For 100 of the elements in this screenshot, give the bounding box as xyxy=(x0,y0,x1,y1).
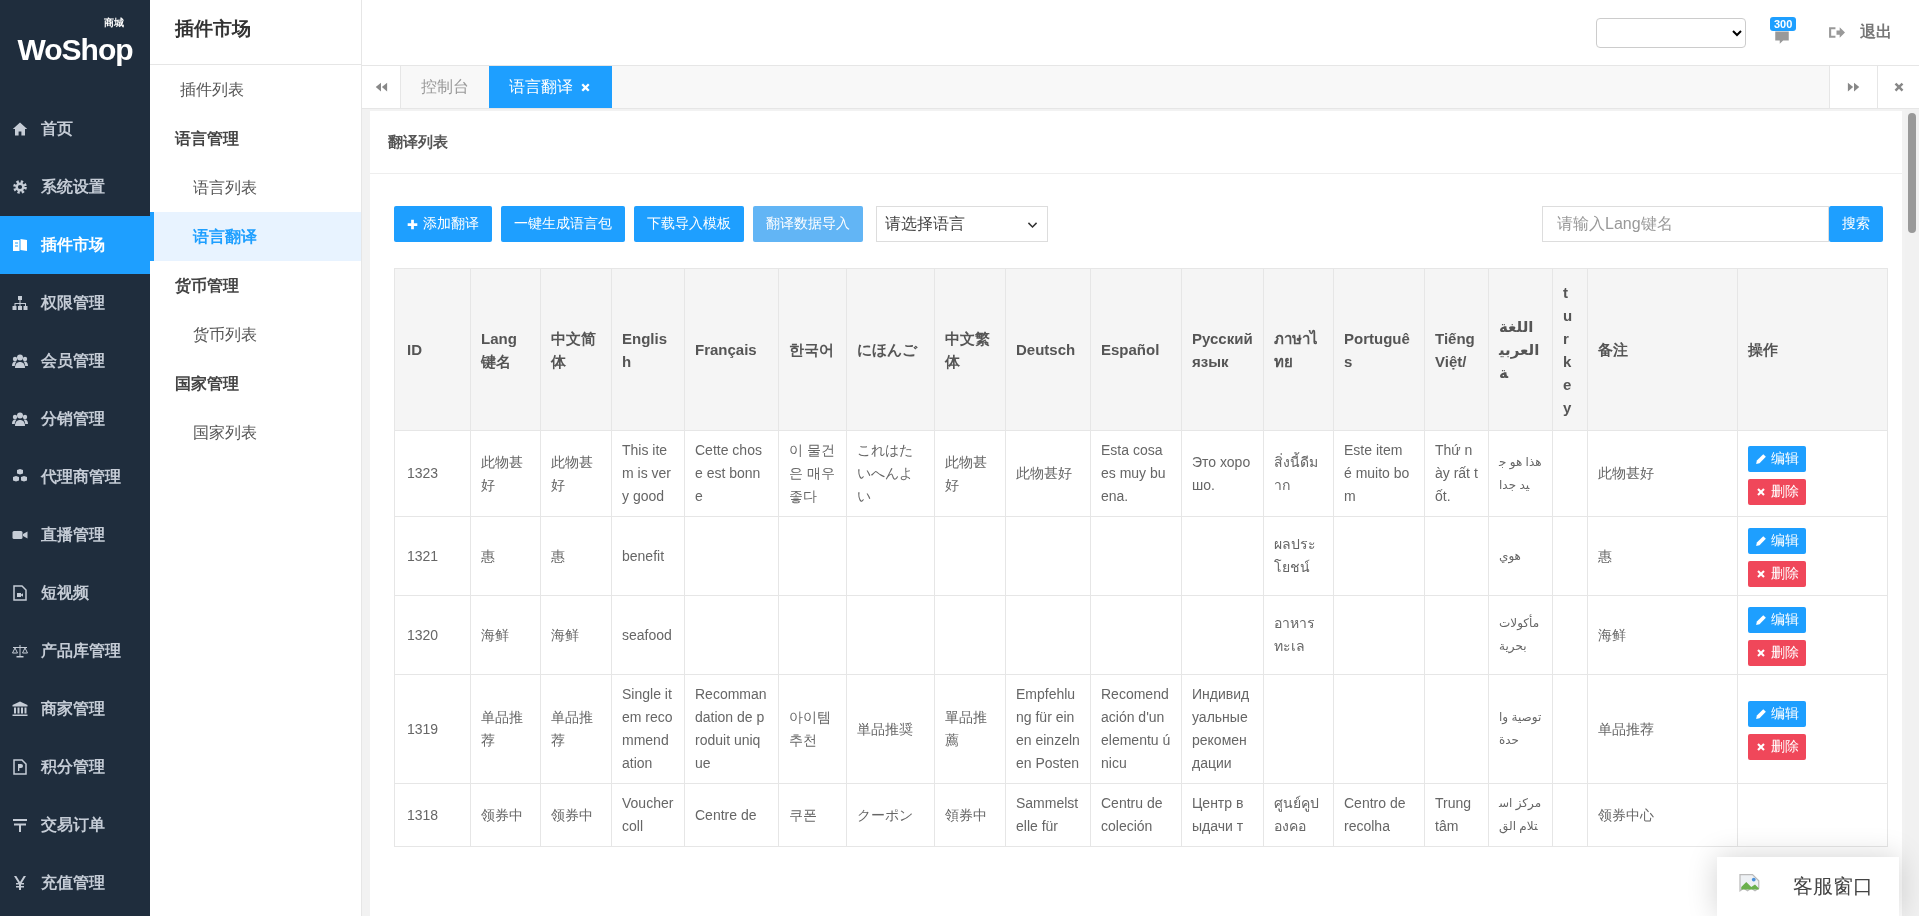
table-cell: 惠 xyxy=(551,547,565,564)
table-cell: Центр выдачи т xyxy=(1192,795,1244,834)
file-icon xyxy=(12,759,28,775)
table-cell: 领券中 xyxy=(481,806,523,823)
delete-button[interactable]: 删除 xyxy=(1748,734,1806,760)
table-cell: 单品推荐 xyxy=(551,709,593,748)
column-header: turkey xyxy=(1563,283,1573,416)
column-header: Tiếng Việt/ xyxy=(1435,329,1475,370)
close-icon xyxy=(1755,485,1767,498)
sidebar-item[interactable]: 商家管理 xyxy=(0,680,150,738)
column-header: Français xyxy=(695,341,757,358)
bank-icon xyxy=(12,701,28,717)
scrollbar-thumb[interactable] xyxy=(1908,113,1916,233)
column-header: ID xyxy=(407,341,422,358)
table-cell: 领券中 xyxy=(551,806,593,823)
table-cell: 1321 xyxy=(407,547,439,564)
close-icon xyxy=(1755,741,1767,753)
column-header: Español xyxy=(1101,341,1160,358)
table-cell: 此物甚好 xyxy=(945,453,987,493)
pencil-icon xyxy=(1755,452,1767,465)
close-icon xyxy=(1755,647,1767,659)
table-cell: seafood xyxy=(622,626,672,643)
double-left-icon xyxy=(374,80,388,94)
table-cell: هذا هو جيد جدا xyxy=(1499,454,1542,492)
yen-icon xyxy=(12,875,28,891)
table-cell: これはたいへんよい xyxy=(857,442,913,504)
sidebar-item[interactable]: 权限管理 xyxy=(0,274,150,332)
table-cell: 惠 xyxy=(481,547,495,564)
table-cell: مأكولات بحرية xyxy=(1499,616,1540,653)
sidebar-item[interactable]: 直播管理 xyxy=(0,506,150,564)
table-cell: This item is very good xyxy=(622,442,671,504)
column-header: にほんご xyxy=(857,341,917,358)
currency-icon xyxy=(12,817,28,833)
column-header: 中文简体 xyxy=(551,329,596,370)
pencil-icon xyxy=(1755,535,1767,547)
subnav-item[interactable]: 插件列表 xyxy=(150,65,361,114)
table-cell: Trung tâm xyxy=(1435,795,1472,834)
subnav-item[interactable]: 语言列表 xyxy=(150,163,361,212)
delete-button[interactable]: 删除 xyxy=(1748,640,1806,666)
sidebar-item[interactable]: 系统设置 xyxy=(0,158,150,216)
subnav-heading: 语言管理 xyxy=(173,129,240,149)
pencil-icon xyxy=(1755,708,1767,720)
table-cell: สิ่งนี้ดีมาก xyxy=(1274,453,1318,493)
column-header: Lang键名 xyxy=(481,329,517,370)
delete-button[interactable]: 删除 xyxy=(1748,478,1806,505)
table-cell: Sammelstelle für xyxy=(1016,795,1079,834)
subnav-item[interactable]: 国家列表 xyxy=(150,408,361,457)
sidebar-item[interactable]: 会员管理 xyxy=(0,332,150,390)
notification-badge: 300 xyxy=(1770,16,1797,31)
scale-icon xyxy=(12,643,28,659)
home-icon xyxy=(12,121,28,137)
pencil-icon xyxy=(1755,614,1767,626)
sidebar-item[interactable]: 分销管理 xyxy=(0,390,150,448)
table-cell: Centru de coleción xyxy=(1101,795,1163,834)
table-cell: ศูนย์คูปองคอ xyxy=(1274,795,1319,834)
column-header: Deutsch xyxy=(1016,341,1076,358)
table-cell: 1319 xyxy=(407,720,439,737)
sidebar-item[interactable]: 短视频 xyxy=(0,564,150,622)
table-cell: 이 물건은 매우 좋다 xyxy=(789,442,835,504)
sidebar-item[interactable]: 产品库管理 xyxy=(0,622,150,680)
search-field[interactable]: 请输入Lang键名 xyxy=(1542,206,1829,242)
column-header: 操作 xyxy=(1748,341,1778,358)
sidebar-item[interactable]: 交易订单 xyxy=(0,796,150,854)
table-cell: Single item recommendation xyxy=(622,686,673,771)
table-cell: 领券中心 xyxy=(1598,806,1654,823)
table-cell: benefit xyxy=(622,547,665,564)
column-header: 中文繁体 xyxy=(945,329,990,370)
table-cell: 領券中 xyxy=(945,806,987,823)
sidebar-item[interactable]: 代理商管理 xyxy=(0,448,150,506)
language-select[interactable] xyxy=(1596,17,1746,48)
delete-button[interactable]: 删除 xyxy=(1748,561,1806,587)
chat-label: 客服窗口 xyxy=(1793,874,1873,899)
table-cell: 1320 xyxy=(407,626,439,643)
scroll-left-button[interactable] xyxy=(362,66,401,108)
logout-link[interactable]: 退出 xyxy=(1828,22,1892,43)
language-select[interactable]: 请选择语言 xyxy=(876,206,1048,242)
sitemap-icon xyxy=(12,295,28,311)
subnav-heading: 货币管理 xyxy=(174,276,240,297)
subnav-item[interactable]: 货币列表 xyxy=(150,310,361,359)
table-cell: 海鲜 xyxy=(1598,626,1626,643)
scroll-right-button[interactable] xyxy=(1829,66,1877,108)
close-tabs-button[interactable] xyxy=(1877,66,1919,108)
sidebar-item[interactable]: 首页 xyxy=(0,100,150,158)
column-header: Русский язык xyxy=(1192,329,1253,370)
table-cell: 쿠폰 xyxy=(789,806,817,823)
sidebar-item[interactable]: 充值管理 xyxy=(0,854,150,912)
gear-icon xyxy=(12,179,28,195)
column-header: اللغة العربية xyxy=(1499,318,1540,381)
sidebar-item[interactable]: 积分管理 xyxy=(0,738,150,796)
column-header: ภาษาไทย xyxy=(1274,329,1318,370)
chat-widget[interactable]: 客服窗口 xyxy=(1717,857,1899,916)
table-cell: Voucher coll xyxy=(622,795,674,834)
column-header: 한국어 xyxy=(789,341,834,358)
table-cell: อาหารทะเล xyxy=(1274,615,1315,654)
subnav-title: 插件市场 xyxy=(150,0,361,65)
subnav-heading: 国家管理 xyxy=(174,374,240,394)
plus-icon xyxy=(407,218,418,230)
table-cell: 此物甚好 xyxy=(1016,465,1072,481)
table-cell: 此物甚好 xyxy=(1598,465,1654,481)
table-cell: クーポン xyxy=(857,806,913,823)
